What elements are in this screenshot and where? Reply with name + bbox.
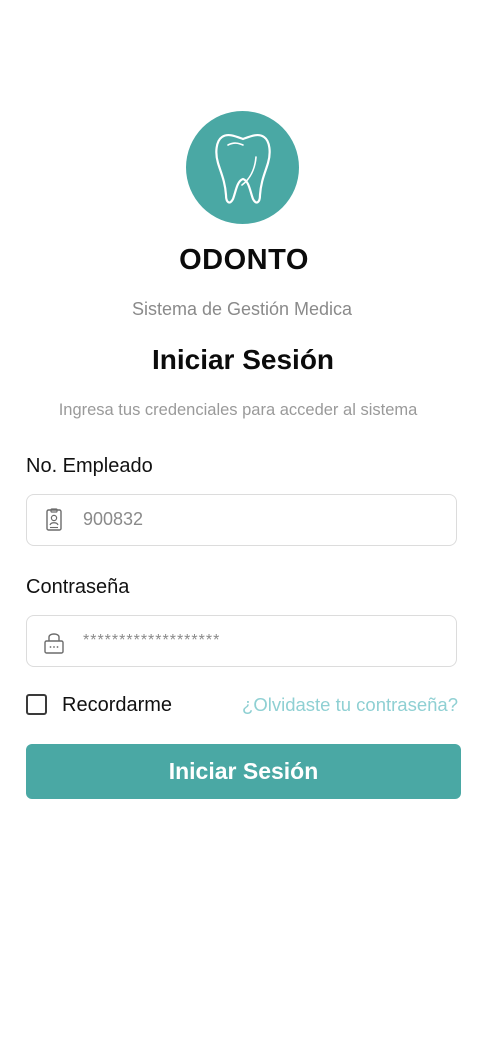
app-name: ODONTO <box>179 244 309 276</box>
forgot-password-link[interactable]: ¿Olvidaste tu contraseña? <box>242 694 458 716</box>
remember-label[interactable]: Recordarme <box>62 694 172 717</box>
password-field[interactable] <box>26 615 457 667</box>
page-title: Iniciar Sesión <box>151 344 335 375</box>
employee-number-field[interactable] <box>26 494 457 546</box>
password-label: Contraseña <box>26 576 130 598</box>
password-input[interactable] <box>83 616 443 665</box>
tooth-icon <box>214 133 271 204</box>
app-subtitle: Sistema de Gestión Medica <box>131 299 353 319</box>
id-badge-icon <box>43 508 65 532</box>
employee-number-input[interactable] <box>83 495 443 544</box>
app-logo <box>186 111 299 224</box>
lock-icon <box>43 630 65 654</box>
page-subtitle: Ingresa tus credenciales para acceder al… <box>58 401 418 419</box>
remember-row: Recordarme ¿Olvidaste tu contraseña? <box>26 692 458 722</box>
login-button[interactable]: Iniciar Sesión <box>26 744 461 799</box>
employee-number-label: No. Empleado <box>26 455 153 477</box>
remember-checkbox[interactable] <box>26 694 47 715</box>
